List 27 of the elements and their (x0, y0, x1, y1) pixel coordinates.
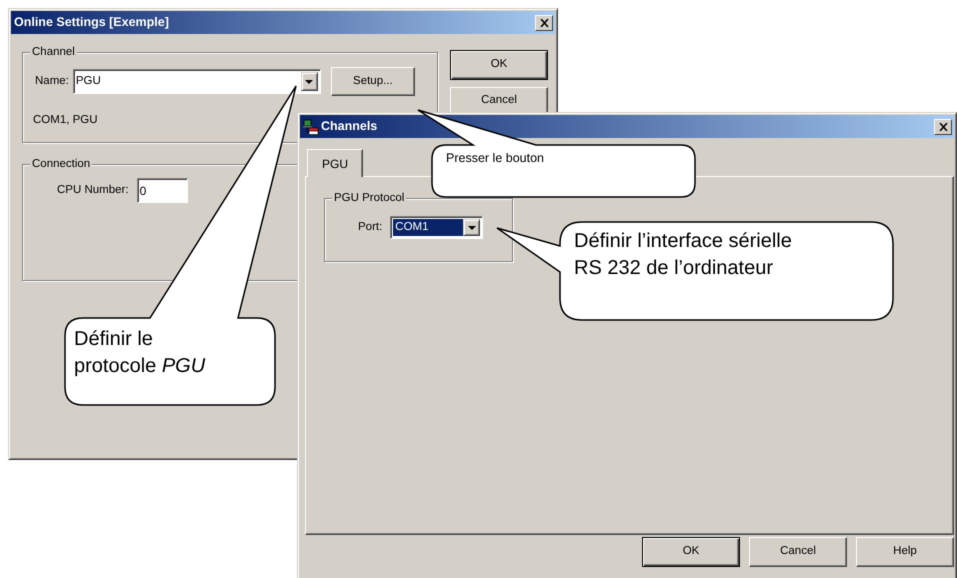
app-icon (303, 118, 319, 134)
dropdown-button[interactable] (463, 219, 480, 236)
tab[interactable]: PGU (307, 149, 364, 177)
dropdown-button[interactable] (300, 72, 318, 91)
setup-button[interactable]: Setup... (330, 67, 415, 96)
caret-icon (468, 226, 476, 230)
dialog-button[interactable]: Cancel (749, 537, 847, 567)
dialog-button[interactable]: Help (856, 537, 954, 567)
cpu-number-field[interactable]: 0 (136, 178, 188, 203)
field-label: Name: (35, 74, 69, 89)
close-icon (540, 18, 548, 26)
callout-text: Définir l’interface sérielle RS 232 de l’ordinateur (574, 229, 793, 281)
callout-text: Définir le protocole PGU (74, 327, 206, 379)
port-dropdown[interactable]: COM1 (390, 216, 484, 239)
caret-icon (305, 80, 314, 84)
close-button[interactable] (535, 14, 553, 30)
name-dropdown[interactable]: PGU (72, 69, 321, 94)
close-icon (938, 122, 948, 130)
close-button[interactable] (934, 118, 952, 134)
window-title: Channels (321, 118, 378, 136)
callout-text: Presser le bouton (446, 150, 545, 167)
dialog-button[interactable]: OK (450, 50, 548, 80)
window-title: Online Settings [Exemple] (14, 14, 169, 32)
field-label: Port: (358, 220, 382, 235)
field-label: CPU Number: (57, 182, 129, 198)
dialog-button[interactable]: OK (642, 537, 740, 567)
channel-summary: COM1, PGU (32, 113, 98, 128)
